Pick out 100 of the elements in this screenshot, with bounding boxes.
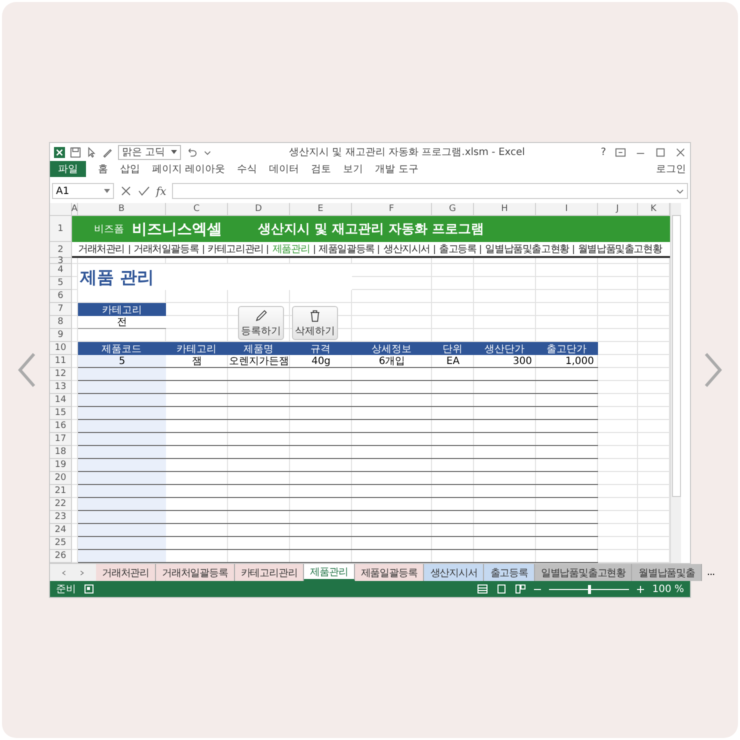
zoom-in-icon[interactable]	[637, 586, 644, 592]
ribbon-tab[interactable]: 수식	[237, 162, 258, 176]
row-header[interactable]: 1	[50, 216, 72, 242]
column-header[interactable]: B	[78, 203, 166, 216]
zoom-slider-thumb[interactable]	[588, 584, 592, 594]
dropdown-caret-icon[interactable]	[104, 189, 110, 193]
macro-record-icon[interactable]	[84, 584, 94, 594]
row-header[interactable]: 24	[50, 524, 72, 537]
ribbon-tab[interactable]: 페이지 레이아웃	[152, 162, 226, 176]
pen-icon[interactable]	[102, 146, 113, 158]
help-button[interactable]: ?	[600, 146, 606, 158]
sheet-tab[interactable]: 제품일괄등록	[354, 564, 424, 581]
row-header[interactable]: 21	[50, 485, 72, 498]
sheet-tab[interactable]: 제품관리	[304, 564, 355, 581]
column-header[interactable]: J	[598, 203, 638, 216]
nav-link[interactable]: 월별납품및출고현황	[578, 242, 662, 256]
ribbon-tab[interactable]: 검토	[311, 162, 332, 176]
more-sheets-button[interactable]: ...	[702, 564, 720, 581]
column-header[interactable]: G	[432, 203, 474, 216]
table-header: 상세정보	[352, 342, 432, 355]
pointer-icon[interactable]	[86, 146, 97, 158]
ribbon-tab[interactable]: 보기	[343, 162, 364, 176]
row-header[interactable]: 16	[50, 420, 72, 433]
maximize-icon[interactable]	[655, 146, 666, 158]
row-header[interactable]: 13	[50, 381, 72, 394]
close-icon[interactable]	[675, 146, 686, 158]
column-header[interactable]: C	[166, 203, 228, 216]
save-icon[interactable]	[70, 146, 81, 158]
row-header[interactable]: 2	[50, 242, 72, 258]
ribbon-tab[interactable]: 삽입	[120, 162, 140, 176]
column-header[interactable]: F	[352, 203, 432, 216]
nav-link[interactable]: 거래처일괄등록	[134, 242, 199, 256]
row-header[interactable]: 9	[50, 329, 72, 342]
row-header[interactable]: 12	[50, 368, 72, 381]
row-header[interactable]: 18	[50, 446, 72, 459]
normal-view-icon[interactable]	[477, 584, 488, 594]
ribbon-tab[interactable]: 홈	[98, 162, 108, 176]
sheet-tab[interactable]: 일별납품및출고현황	[534, 564, 632, 581]
sheet-tab[interactable]: 월별납품및출	[632, 564, 702, 581]
row-header[interactable]: 7	[50, 303, 72, 316]
dropdown-caret-icon[interactable]	[171, 150, 178, 154]
row-header[interactable]: 8	[50, 316, 72, 329]
scroll-thumb[interactable]	[672, 215, 680, 497]
row-header[interactable]: 6	[50, 290, 72, 303]
nav-link[interactable]: 생산지시서	[383, 242, 430, 256]
expand-caret-icon[interactable]	[676, 188, 684, 194]
nav-link[interactable]: 제품일괄등록	[318, 242, 374, 256]
nav-link[interactable]: 출고등록	[438, 242, 476, 256]
zoom-level[interactable]: 100 %	[652, 584, 684, 594]
column-header[interactable]: I	[536, 203, 598, 216]
register-button[interactable]: 등록하기	[238, 306, 284, 340]
row-header[interactable]: 15	[50, 407, 72, 420]
ribbon-tab[interactable]: 개발 도구	[375, 162, 418, 176]
ribbon-tab[interactable]: 데이터	[269, 162, 300, 176]
sheet-tab[interactable]: 거래처관리	[96, 564, 156, 581]
insert-function-button[interactable]: fx	[156, 184, 166, 198]
row-header[interactable]: 22	[50, 498, 72, 511]
column-header[interactable]: H	[474, 203, 536, 216]
row-header[interactable]: 17	[50, 433, 72, 446]
page-break-icon[interactable]	[515, 584, 526, 594]
window-title: 생산지시 및 재고관리 자동화 프로그램.xlsm - Excel	[288, 146, 526, 159]
font-name-field[interactable]: 맑은 고딕	[118, 144, 182, 160]
row-header[interactable]: 10	[50, 342, 72, 355]
column-header[interactable]: A	[72, 203, 78, 216]
nav-link[interactable]: 거래처관리	[78, 242, 125, 256]
page-layout-icon[interactable]	[496, 584, 508, 594]
column-header[interactable]: K	[638, 203, 670, 216]
nav-link[interactable]: 카테고리관리	[208, 242, 264, 256]
column-header[interactable]: E	[290, 203, 352, 216]
table-header: 제품코드	[78, 342, 166, 355]
table-header: 단위	[432, 342, 474, 355]
ribbon-display-icon[interactable]	[615, 146, 626, 158]
row-header[interactable]: 19	[50, 459, 72, 472]
row-header[interactable]: 5	[50, 277, 72, 290]
row-header[interactable]: 20	[50, 472, 72, 485]
nav-link[interactable]: 제품관리	[272, 242, 310, 256]
row-header[interactable]: 4	[50, 264, 72, 277]
undo-icon[interactable]	[186, 146, 198, 158]
cancel-icon[interactable]	[120, 185, 132, 197]
sheet-tab[interactable]: 출고등록	[484, 564, 535, 581]
sign-in-link[interactable]: 로그인	[656, 162, 690, 176]
row-header[interactable]: 3	[50, 258, 72, 264]
sheet-tab[interactable]: 생산지시서	[424, 564, 484, 581]
row-header[interactable]: 14	[50, 394, 72, 407]
table-cell: 6개입	[352, 355, 432, 368]
row-header[interactable]: 23	[50, 511, 72, 524]
row-header[interactable]: 25	[50, 537, 72, 550]
column-header[interactable]: D	[228, 203, 290, 216]
nav-link[interactable]: 일별납품및출고현황	[485, 242, 569, 256]
enter-check-icon[interactable]	[138, 185, 150, 197]
row-header[interactable]: 26	[50, 550, 72, 563]
category-field[interactable]: 전	[78, 316, 166, 329]
formula-input[interactable]	[172, 183, 688, 199]
delete-button[interactable]: 삭제하기	[292, 306, 338, 340]
sheet-tab[interactable]: 카테고리관리	[234, 564, 304, 581]
row-header[interactable]: 11	[50, 355, 72, 368]
sheet-tab[interactable]: 거래처일괄등록	[156, 564, 235, 581]
name-box[interactable]: A1	[52, 183, 114, 199]
spreadsheet-app-icon[interactable]	[54, 146, 65, 158]
file-menu-button[interactable]: 파일	[50, 161, 86, 177]
